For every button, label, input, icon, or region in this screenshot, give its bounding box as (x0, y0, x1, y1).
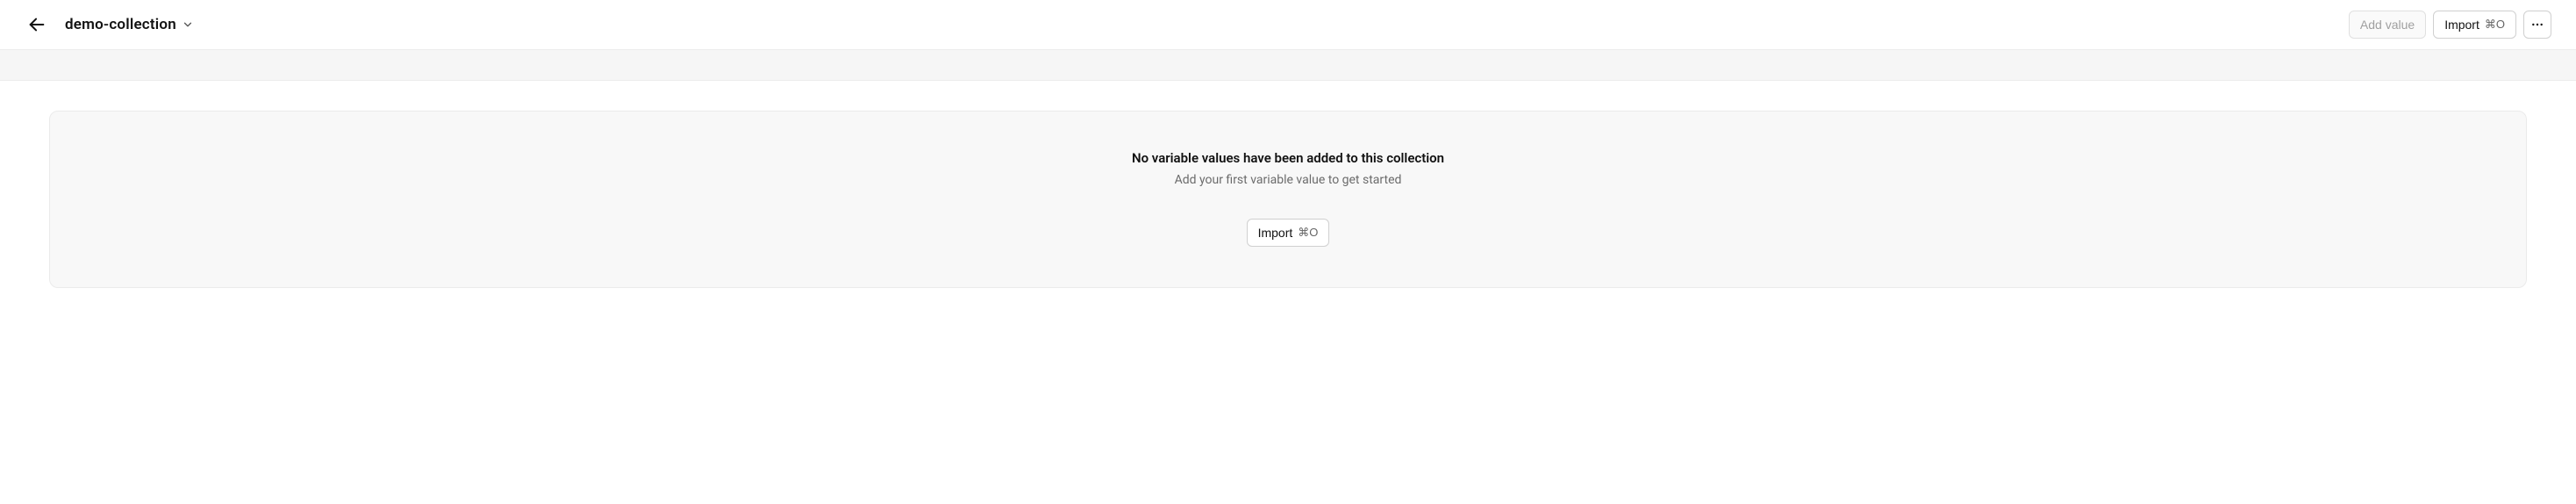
header-actions: Add value Import ⌘O (2349, 11, 2551, 39)
chevron-down-icon (182, 18, 194, 31)
import-label-empty: Import (1258, 226, 1293, 240)
import-shortcut-empty: ⌘O (1298, 226, 1318, 240)
page-header: demo-collection Add value Import ⌘O (0, 0, 2576, 49)
import-button-header[interactable]: Import ⌘O (2433, 11, 2516, 39)
back-button[interactable] (25, 12, 49, 37)
main-content: No variable values have been added to th… (0, 81, 2576, 288)
header-left: demo-collection (25, 12, 194, 37)
import-label: Import (2444, 18, 2479, 32)
import-button-empty[interactable]: Import ⌘O (1247, 219, 1330, 247)
sub-toolbar (0, 49, 2576, 81)
arrow-left-icon (27, 15, 47, 34)
more-horizontal-icon (2530, 18, 2544, 32)
import-shortcut: ⌘O (2485, 18, 2505, 32)
empty-state-subtitle: Add your first variable value to get sta… (1175, 173, 1402, 187)
empty-state-card: No variable values have been added to th… (49, 111, 2527, 288)
collection-title-dropdown[interactable]: demo-collection (65, 16, 194, 33)
add-value-button[interactable]: Add value (2349, 11, 2426, 39)
more-actions-button[interactable] (2523, 11, 2551, 39)
collection-title: demo-collection (65, 16, 176, 33)
add-value-label: Add value (2360, 18, 2415, 32)
empty-state-title: No variable values have been added to th… (1132, 150, 1444, 166)
